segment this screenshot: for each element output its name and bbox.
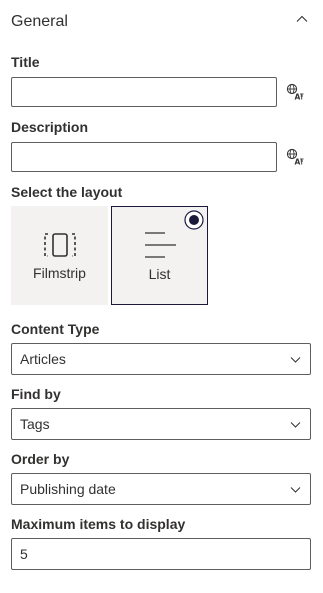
translate-icon[interactable]: A <box>286 148 304 166</box>
section-title: General <box>11 13 68 30</box>
list-icon <box>144 232 176 258</box>
title-input[interactable] <box>11 77 277 107</box>
content-type-label: Content Type <box>11 321 100 337</box>
max-items-label: Maximum items to display <box>11 516 186 532</box>
filmstrip-icon <box>43 233 76 257</box>
content-type-dropdown[interactable]: Articles <box>11 343 311 375</box>
order-by-dropdown[interactable]: Publishing date <box>11 473 311 505</box>
description-label: Description <box>11 119 89 135</box>
layout-option-filmstrip[interactable]: Filmstrip <box>11 206 108 305</box>
svg-text:A: A <box>295 158 301 167</box>
max-items-input[interactable] <box>11 538 311 570</box>
chevron-down-icon <box>290 422 301 428</box>
chevron-down-icon <box>290 357 301 363</box>
dropdown-value: Tags <box>20 416 50 432</box>
description-input[interactable] <box>11 142 277 172</box>
translate-icon[interactable]: A <box>286 83 304 101</box>
chevron-up-icon[interactable] <box>295 12 309 26</box>
order-by-label: Order by <box>11 451 70 467</box>
properties-panel: General Title A Description A Select the… <box>0 0 323 593</box>
layout-option-label: Filmstrip <box>33 265 86 281</box>
layout-option-label: List <box>148 266 171 282</box>
radio-selected-icon[interactable] <box>184 210 204 230</box>
title-label: Title <box>11 54 40 70</box>
chevron-down-icon <box>290 487 301 493</box>
layout-option-list[interactable]: List <box>111 206 208 305</box>
find-by-dropdown[interactable]: Tags <box>11 408 311 440</box>
dropdown-value: Articles <box>20 351 66 367</box>
layout-label: Select the layout <box>11 184 123 200</box>
find-by-label: Find by <box>11 386 61 402</box>
svg-text:A: A <box>295 93 301 102</box>
dropdown-value: Publishing date <box>20 481 116 497</box>
general-section-header[interactable]: General <box>11 8 313 36</box>
